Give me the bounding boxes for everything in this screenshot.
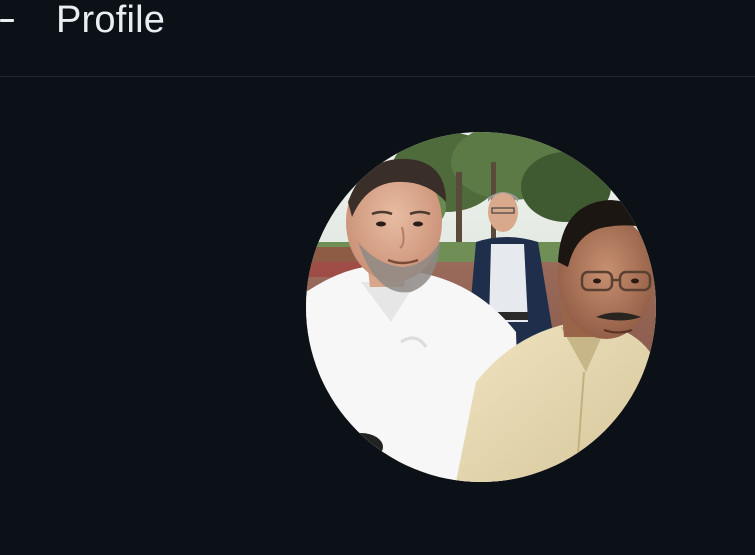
back-button[interactable] <box>0 3 20 37</box>
profile-photo-image <box>306 132 656 482</box>
app-header: Profile <box>0 0 755 77</box>
profile-photo[interactable] <box>306 132 656 482</box>
page-title: Profile <box>56 0 166 41</box>
back-arrow-icon <box>0 18 14 22</box>
